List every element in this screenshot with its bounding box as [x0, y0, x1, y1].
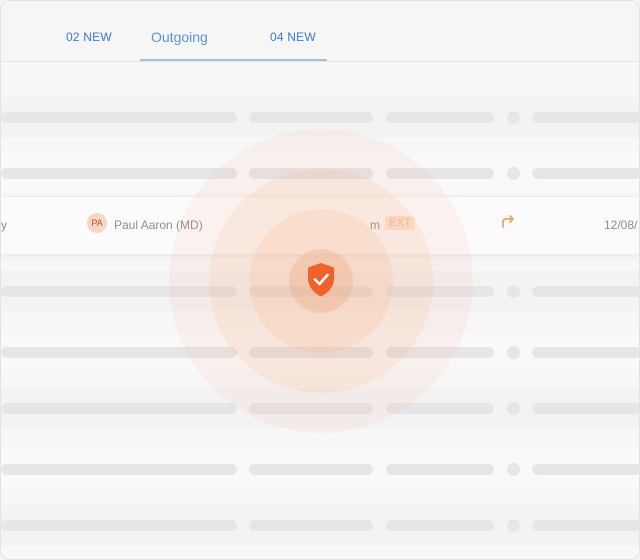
placeholder-bar — [386, 112, 494, 123]
placeholder-bar — [1, 168, 237, 179]
placeholder-dot — [507, 519, 520, 532]
placeholder-dot — [507, 346, 520, 359]
placeholder-dot — [507, 167, 520, 180]
placeholder-bar — [249, 464, 373, 475]
list-item[interactable] — [1, 449, 639, 489]
placeholder-bar — [1, 520, 237, 531]
placeholder-bar — [532, 520, 639, 531]
avatar: PA — [87, 213, 107, 233]
placeholder-bar — [532, 347, 639, 358]
placeholder-bar — [532, 286, 639, 297]
tab-outgoing[interactable]: Outgoing — [151, 29, 208, 45]
tab-bar: 02 NEW Outgoing 04 NEW — [1, 1, 639, 62]
placeholder-bar — [532, 112, 639, 123]
placeholder-bar — [249, 112, 373, 123]
placeholder-bar — [249, 520, 373, 531]
active-tab-indicator — [140, 59, 327, 61]
date-text: 12/08/ — [604, 218, 638, 232]
inbox-panel: 02 NEW Outgoing 04 NEW y PA Paul Aaron (… — [0, 0, 640, 560]
subject-text: y — [1, 218, 7, 232]
forward-arrow-icon[interactable] — [500, 213, 516, 229]
placeholder-bar — [532, 464, 639, 475]
tab-outgoing-badge: 04 NEW — [270, 30, 316, 44]
tab-badge-new[interactable]: 02 NEW — [66, 30, 112, 44]
placeholder-bar — [532, 403, 639, 414]
placeholder-bar — [532, 168, 639, 179]
placeholder-bar — [1, 112, 237, 123]
placeholder-dot — [507, 285, 520, 298]
placeholder-bar — [386, 464, 494, 475]
placeholder-bar — [1, 403, 237, 414]
placeholder-dot — [507, 111, 520, 124]
placeholder-dot — [507, 402, 520, 415]
list-item[interactable] — [1, 505, 639, 545]
placeholder-bar — [386, 520, 494, 531]
placeholder-dot — [507, 463, 520, 476]
shield-check-icon — [308, 263, 334, 297]
placeholder-bar — [1, 464, 237, 475]
